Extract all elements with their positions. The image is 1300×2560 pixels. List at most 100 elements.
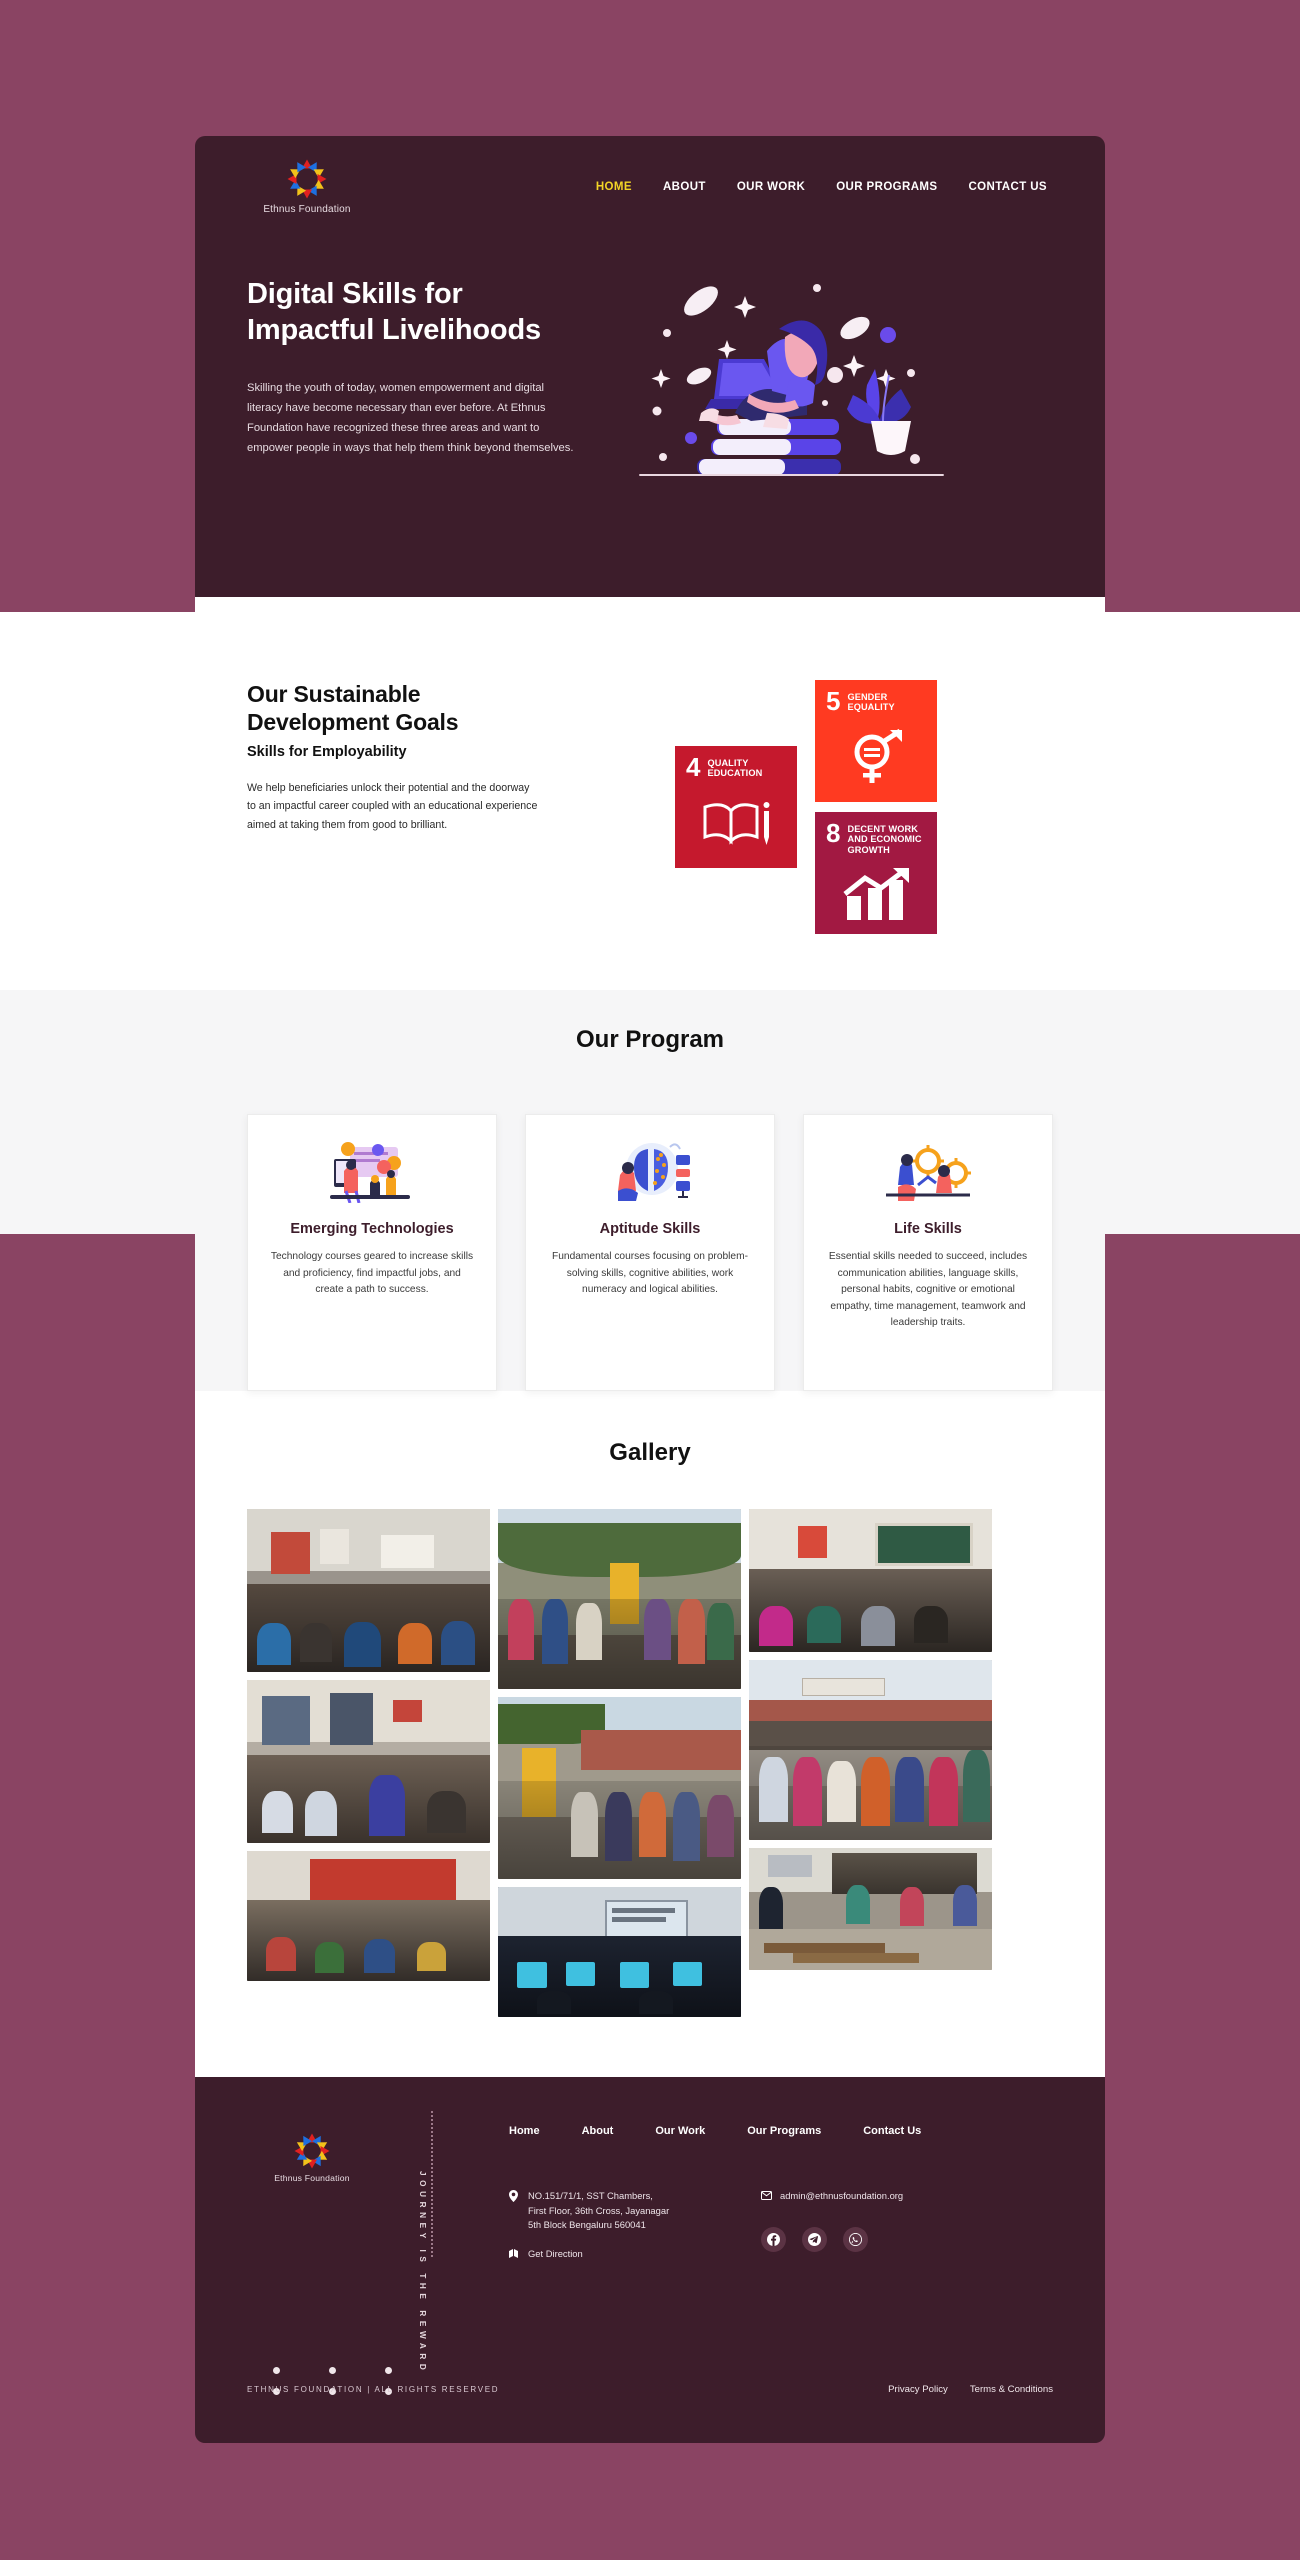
sdg-text-block: Our Sustainable Development Goals Skills… bbox=[247, 680, 587, 920]
terms-conditions-link[interactable]: Terms & Conditions bbox=[970, 2384, 1053, 2395]
program-section-title: Our Program bbox=[575, 1026, 725, 1053]
gallery-photo[interactable] bbox=[498, 1509, 741, 1689]
sdg-goal-label-4: QUALITY EDUCATION bbox=[707, 758, 763, 779]
gallery-photo[interactable] bbox=[749, 1660, 992, 1840]
sdg-heading-line-1: Our Sustainable bbox=[247, 681, 421, 707]
sdg-goal-label-8: DECENT WORK AND ECONOMIC GROWTH bbox=[847, 824, 922, 855]
program-card-emerging-technologies[interactable]: Emerging Technologies Technology courses… bbox=[247, 1114, 497, 1391]
program-card-list: Emerging Technologies Technology courses… bbox=[247, 1114, 1053, 1391]
nav-item-about[interactable]: ABOUT bbox=[663, 181, 706, 193]
nav-item-our-programs[interactable]: OUR PROGRAMS bbox=[836, 181, 937, 193]
gallery-photo[interactable] bbox=[498, 1887, 741, 2017]
sdg-goal-card-4[interactable]: 4 QUALITY EDUCATION bbox=[675, 746, 797, 868]
top-navigation: Ethnus Foundation HOME ABOUT OUR WORK OU… bbox=[195, 136, 1105, 215]
footer-get-direction[interactable]: Get Direction bbox=[509, 2247, 761, 2264]
gender-equality-symbol-icon bbox=[826, 713, 927, 802]
footer-address: NO.151/71/1, SST Chambers, First Floor, … bbox=[509, 2189, 761, 2233]
whatsapp-icon[interactable] bbox=[843, 2226, 868, 2252]
program-card-description: Fundamental courses focusing on problem-… bbox=[552, 1251, 748, 1296]
presentation-screen-with-people-illustration bbox=[326, 1141, 418, 1204]
gallery-photo[interactable] bbox=[247, 1680, 490, 1843]
nav-item-contact-us[interactable]: CONTACT US bbox=[968, 181, 1047, 193]
nav-item-our-work[interactable]: OUR WORK bbox=[737, 181, 805, 193]
footer-copyright-bar: ETHNUS FOUNDATION | ALL RIGHTS RESERVED … bbox=[247, 2384, 1053, 2395]
directions-icon bbox=[509, 2247, 520, 2264]
program-card-aptitude-skills[interactable]: Aptitude Skills Fundamental courses focu… bbox=[525, 1114, 775, 1391]
program-section: Our Program Emerging Technologies Techno… bbox=[195, 990, 1105, 1391]
brand-name: Ethnus Foundation bbox=[263, 204, 351, 215]
dotted-vertical-line bbox=[431, 2111, 433, 2258]
footer-brand[interactable]: Ethnus Foundation bbox=[247, 2111, 377, 2263]
page-container: Ethnus Foundation HOME ABOUT OUR WORK OU… bbox=[195, 136, 1105, 2443]
gallery-photo[interactable] bbox=[247, 1851, 490, 1981]
gallery-grid bbox=[247, 1509, 1053, 2017]
dot bbox=[385, 2367, 392, 2374]
gallery-photo[interactable] bbox=[749, 1509, 992, 1652]
sdg-goal-caption-5: 5 GENDER EQUALITY bbox=[826, 686, 927, 716]
hero-illustration-svg bbox=[639, 284, 944, 476]
footer-brand-name: Ethnus Foundation bbox=[274, 2173, 350, 2183]
woman-reading-on-books-illustration bbox=[639, 263, 944, 493]
ethnus-ring-logo-icon bbox=[294, 2133, 330, 2169]
program-card-title: Aptitude Skills bbox=[599, 1221, 701, 1237]
program-card-life-skills[interactable]: Life Skills Essential skills needed to s… bbox=[803, 1114, 1053, 1391]
facebook-icon[interactable] bbox=[761, 2226, 786, 2252]
sdg-goal-label-5: GENDER EQUALITY bbox=[847, 692, 895, 713]
sdg-goal-number-4: 4 bbox=[686, 752, 701, 782]
brain-and-person-thinking-illustration bbox=[604, 1141, 696, 1203]
open-book-and-pencil-icon bbox=[686, 779, 787, 868]
footer: Ethnus Foundation JOURNEY IS THE REWARD … bbox=[195, 2077, 1105, 2443]
sdg-section: Our Sustainable Development Goals Skills… bbox=[195, 597, 1105, 990]
map-pin-icon bbox=[509, 2189, 520, 2233]
footer-contact: NO.151/71/1, SST Chambers, First Floor, … bbox=[493, 2189, 1053, 2263]
footer-navigation: Home About Our Work Our Programs Contact… bbox=[493, 2125, 1053, 2137]
footer-address-text: NO.151/71/1, SST Chambers, First Floor, … bbox=[528, 2189, 669, 2233]
footer-right-column: Home About Our Work Our Programs Contact… bbox=[493, 2111, 1053, 2263]
footer-nav-item-our-programs[interactable]: Our Programs bbox=[747, 2125, 821, 2137]
sdg-subheading: Skills for Employability bbox=[247, 744, 407, 761]
gallery-photo[interactable] bbox=[749, 1848, 992, 1970]
hero-text-block: Digital Skills for Impactful Livelihoods… bbox=[247, 263, 629, 493]
sdg-goal-card-8[interactable]: 8 DECENT WORK AND ECONOMIC GROWTH bbox=[815, 812, 937, 934]
gallery-section-title: Gallery bbox=[609, 1439, 691, 1466]
footer-vertical-divider: JOURNEY IS THE REWARD bbox=[377, 2111, 493, 2374]
footer-email-column: admin@ethnusfoundation.org bbox=[761, 2189, 1013, 2263]
sdg-paragraph: We help beneficiaries unlock their poten… bbox=[247, 782, 538, 831]
footer-legal-links: Privacy Policy Terms & Conditions bbox=[888, 2384, 1053, 2395]
gallery-photo[interactable] bbox=[247, 1509, 490, 1672]
footer-nav-item-contact-us[interactable]: Contact Us bbox=[863, 2125, 921, 2137]
footer-nav-item-home[interactable]: Home bbox=[509, 2125, 540, 2137]
privacy-policy-link[interactable]: Privacy Policy bbox=[888, 2384, 948, 2395]
telegram-icon[interactable] bbox=[802, 2226, 827, 2252]
hero-body: Digital Skills for Impactful Livelihoods… bbox=[195, 215, 1105, 493]
program-card-description: Technology courses geared to increase sk… bbox=[270, 1251, 474, 1296]
hero-paragraph: Skilling the youth of today, women empow… bbox=[247, 381, 574, 454]
brand-logo[interactable]: Ethnus Foundation bbox=[247, 158, 367, 215]
footer-nav-item-about[interactable]: About bbox=[582, 2125, 614, 2137]
footer-main: Ethnus Foundation JOURNEY IS THE REWARD … bbox=[247, 2111, 1053, 2374]
dot bbox=[273, 2367, 280, 2374]
hero-title: Digital Skills for Impactful Livelihoods bbox=[247, 277, 629, 349]
footer-address-column: NO.151/71/1, SST Chambers, First Floor, … bbox=[509, 2189, 761, 2263]
address-line-3: 5th Block Bengaluru 560041 bbox=[528, 2219, 646, 2231]
footer-email-text: admin@ethnusfoundation.org bbox=[780, 2190, 904, 2201]
footer-nav-item-our-work[interactable]: Our Work bbox=[655, 2125, 705, 2137]
hero-section: Ethnus Foundation HOME ABOUT OUR WORK OU… bbox=[195, 136, 1105, 597]
footer-vertical-tagline: JOURNEY IS THE REWARD bbox=[418, 2171, 427, 2375]
get-direction-label: Get Direction bbox=[528, 2247, 583, 2259]
dot bbox=[329, 2367, 336, 2374]
hero-title-line-2: Impactful Livelihoods bbox=[247, 313, 541, 346]
people-with-gears-and-lightbulb-illustration bbox=[882, 1141, 974, 1203]
gallery-photo[interactable] bbox=[498, 1697, 741, 1879]
sdg-goal-cards: 4 QUALITY EDUCATION 5 GENDER EQUALITY 8 … bbox=[587, 680, 1053, 934]
sdg-goal-card-5[interactable]: 5 GENDER EQUALITY bbox=[815, 680, 937, 802]
hero-illustration-wrap bbox=[629, 263, 1053, 493]
sdg-heading-line-2: Development Goals bbox=[247, 709, 459, 736]
sdg-goal-number-5: 5 bbox=[826, 686, 841, 716]
gallery-column-3 bbox=[749, 1509, 992, 2017]
footer-email[interactable]: admin@ethnusfoundation.org bbox=[761, 2189, 1013, 2205]
nav-item-home[interactable]: HOME bbox=[596, 181, 632, 193]
hero-title-line-1: Digital Skills for bbox=[247, 278, 463, 310]
gallery-section: Gallery bbox=[195, 1391, 1105, 2077]
copyright-text: ETHNUS FOUNDATION | ALL RIGHTS RESERVED bbox=[247, 2385, 500, 2394]
